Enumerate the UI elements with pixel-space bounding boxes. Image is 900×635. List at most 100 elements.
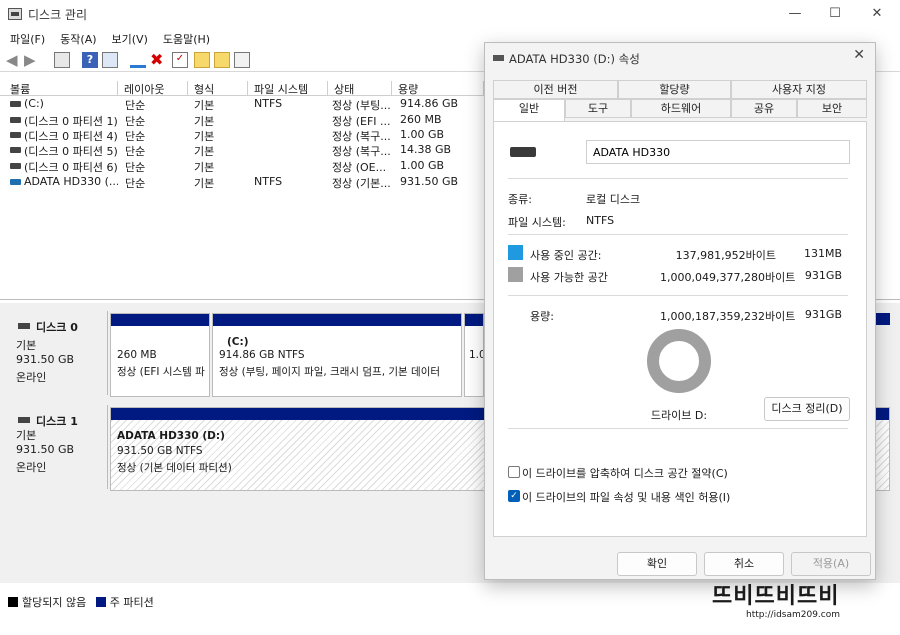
cell-type: 기본	[194, 130, 215, 143]
primary-swatch	[95, 597, 106, 607]
cell-capacity: 14.38 GB	[400, 143, 452, 156]
close-icon[interactable]: ✕	[853, 47, 865, 63]
watermark-url: http://idsam209.com	[746, 610, 841, 620]
table-row[interactable]: (C:) 단순 기본 NTFS 정상 (부팅... 914.86 GB	[0, 97, 484, 112]
drive-icon	[10, 132, 21, 138]
cell-status: 정상 (OE...	[332, 161, 387, 174]
drive-name-input[interactable]	[586, 140, 850, 164]
disk-size: 931.50 GB	[16, 353, 75, 366]
drive-icon	[10, 179, 21, 185]
free-space-label: 사용 가능한 공간	[530, 271, 608, 284]
partition-recovery[interactable]: 1.0	[464, 313, 484, 397]
col-volume[interactable]: 볼륨	[6, 81, 118, 96]
cell-volume: (C:)	[24, 97, 44, 110]
check-icon[interactable]: ✓	[172, 52, 188, 68]
disk-size: 931.50 GB	[16, 443, 75, 456]
volume-table-header: 볼륨 레이아웃 형식 파일 시스템 상태 용량	[0, 80, 484, 96]
menu-help[interactable]: 도움말(H)	[153, 28, 215, 47]
index-label: 이 드라이브의 파일 속성 및 내용 색인 허용(I)	[522, 491, 731, 504]
tab-tools[interactable]: 도구	[565, 99, 631, 118]
drive-icon	[10, 147, 21, 153]
partition-efi[interactable]: 260 MB 정상 (EFI 시스템 파	[110, 313, 210, 397]
tab-previous-versions[interactable]: 이전 버전	[493, 80, 618, 99]
table-row[interactable]: (디스크 0 파티션 5) 단순 기본 정상 (복구... 14.38 GB	[0, 143, 484, 158]
col-capacity[interactable]: 용량	[394, 81, 484, 96]
cell-volume: (디스크 0 파티션 1)	[24, 115, 118, 128]
table-row[interactable]: (디스크 0 파티션 6) 단순 기본 정상 (OE... 1.00 GB	[0, 159, 484, 174]
cell-status: 정상 (복구...	[332, 145, 391, 158]
tab-customize[interactable]: 사용자 지정	[731, 80, 867, 99]
back-arrow-icon[interactable]: ◀	[6, 52, 22, 68]
watermark-logo: 뜨비뜨비뜨비 http://idsam209.com	[712, 578, 892, 628]
cancel-button[interactable]: 취소	[704, 552, 784, 576]
properties-icon[interactable]	[102, 52, 118, 68]
disk-cleanup-button[interactable]: 디스크 정리(D)	[764, 397, 850, 421]
unallocated-swatch	[8, 597, 18, 607]
used-space-bytes: 137,981,952바이트	[675, 249, 776, 262]
used-space-size: 131MB	[803, 247, 842, 260]
capacity-label: 용량:	[530, 310, 554, 323]
table-row[interactable]: ADATA HD330 (... 단순 기본 NTFS 정상 (기본... 93…	[0, 175, 484, 190]
fs-label: 파일 시스템:	[508, 216, 566, 229]
general-panel: 종류: 로컬 디스크 파일 시스템: NTFS 사용 중인 공간: 137,98…	[493, 121, 867, 537]
menu-file[interactable]: 파일(F)	[0, 28, 50, 47]
tab-security[interactable]: 보안	[797, 99, 867, 118]
drive-icon	[510, 147, 536, 157]
tab-hardware[interactable]: 하드웨어	[631, 99, 731, 118]
partition-bar	[213, 314, 461, 326]
table-row[interactable]: (디스크 0 파티션 1) 단순 기본 정상 (EFI ... 260 MB	[0, 113, 484, 128]
close-button[interactable]: ✕	[862, 4, 892, 24]
disk-type: 기본	[16, 429, 37, 442]
free-space-swatch	[508, 267, 523, 282]
drive-icon	[10, 101, 21, 107]
col-status[interactable]: 상태	[330, 81, 392, 96]
tab-quota[interactable]: 할당량	[618, 80, 731, 99]
free-space-size: 931GB	[804, 269, 842, 282]
help-icon[interactable]: ?	[82, 52, 98, 68]
index-checkbox[interactable]: ✓	[508, 490, 520, 502]
partition-size: 260 MB	[117, 349, 157, 361]
disk-state: 온라인	[16, 461, 47, 474]
usage-donut	[647, 329, 711, 393]
drive-icon	[10, 117, 21, 123]
cell-status: 정상 (부팅...	[332, 99, 391, 112]
disk-name: 디스크 0	[36, 321, 78, 334]
col-filesystem[interactable]: 파일 시스템	[250, 81, 328, 96]
tab-sharing[interactable]: 공유	[731, 99, 797, 118]
cell-layout: 단순	[125, 99, 146, 112]
divider	[508, 295, 848, 296]
partition-size: 914.86 GB NTFS	[219, 349, 305, 361]
minimize-button[interactable]: —	[780, 4, 810, 24]
menu-view[interactable]: 보기(V)	[102, 28, 153, 47]
disk-0-label[interactable]: 디스크 0 기본 931.50 GB 온라인	[8, 311, 108, 395]
col-layout[interactable]: 레이아웃	[120, 81, 188, 96]
disk-state: 온라인	[16, 371, 47, 384]
disk-icon	[18, 323, 30, 329]
ok-button[interactable]: 확인	[617, 552, 697, 576]
connect-disk-icon[interactable]	[130, 52, 146, 68]
table-row[interactable]: (디스크 0 파티션 4) 단순 기본 정상 (복구... 1.00 GB	[0, 128, 484, 143]
cell-layout: 단순	[125, 161, 146, 174]
disk-1-label[interactable]: 디스크 1 기본 931.50 GB 온라인	[8, 405, 108, 489]
maximize-button[interactable]: ☐	[820, 4, 850, 24]
cell-layout: 단순	[125, 145, 146, 158]
partition-c[interactable]: (C:) 914.86 GB NTFS 정상 (부팅, 페이지 파일, 크래시 …	[212, 313, 462, 397]
col-type[interactable]: 형식	[190, 81, 248, 96]
delete-icon[interactable]: ✖	[150, 52, 166, 68]
cell-capacity: 260 MB	[400, 113, 442, 126]
compress-label: 이 드라이브를 압축하여 디스크 공간 절약(C)	[522, 467, 728, 480]
console-tree-icon[interactable]	[54, 52, 70, 68]
cell-capacity: 914.86 GB	[400, 97, 459, 110]
cell-volume: ADATA HD330 (...	[24, 175, 118, 188]
compress-checkbox[interactable]	[508, 466, 520, 478]
cell-type: 기본	[194, 145, 215, 158]
forward-arrow-icon[interactable]: ▶	[24, 52, 40, 68]
list-view-icon[interactable]	[234, 52, 250, 68]
apply-button[interactable]: 적용(A)	[791, 552, 871, 576]
folder-up-icon[interactable]	[194, 52, 210, 68]
tab-general[interactable]: 일반	[493, 99, 565, 121]
partition-status: 정상 (부팅, 페이지 파일, 크래시 덤프, 기본 데이터	[219, 366, 441, 378]
folder-search-icon[interactable]	[214, 52, 230, 68]
menu-action[interactable]: 동작(A)	[50, 28, 101, 47]
cell-type: 기본	[194, 177, 215, 190]
